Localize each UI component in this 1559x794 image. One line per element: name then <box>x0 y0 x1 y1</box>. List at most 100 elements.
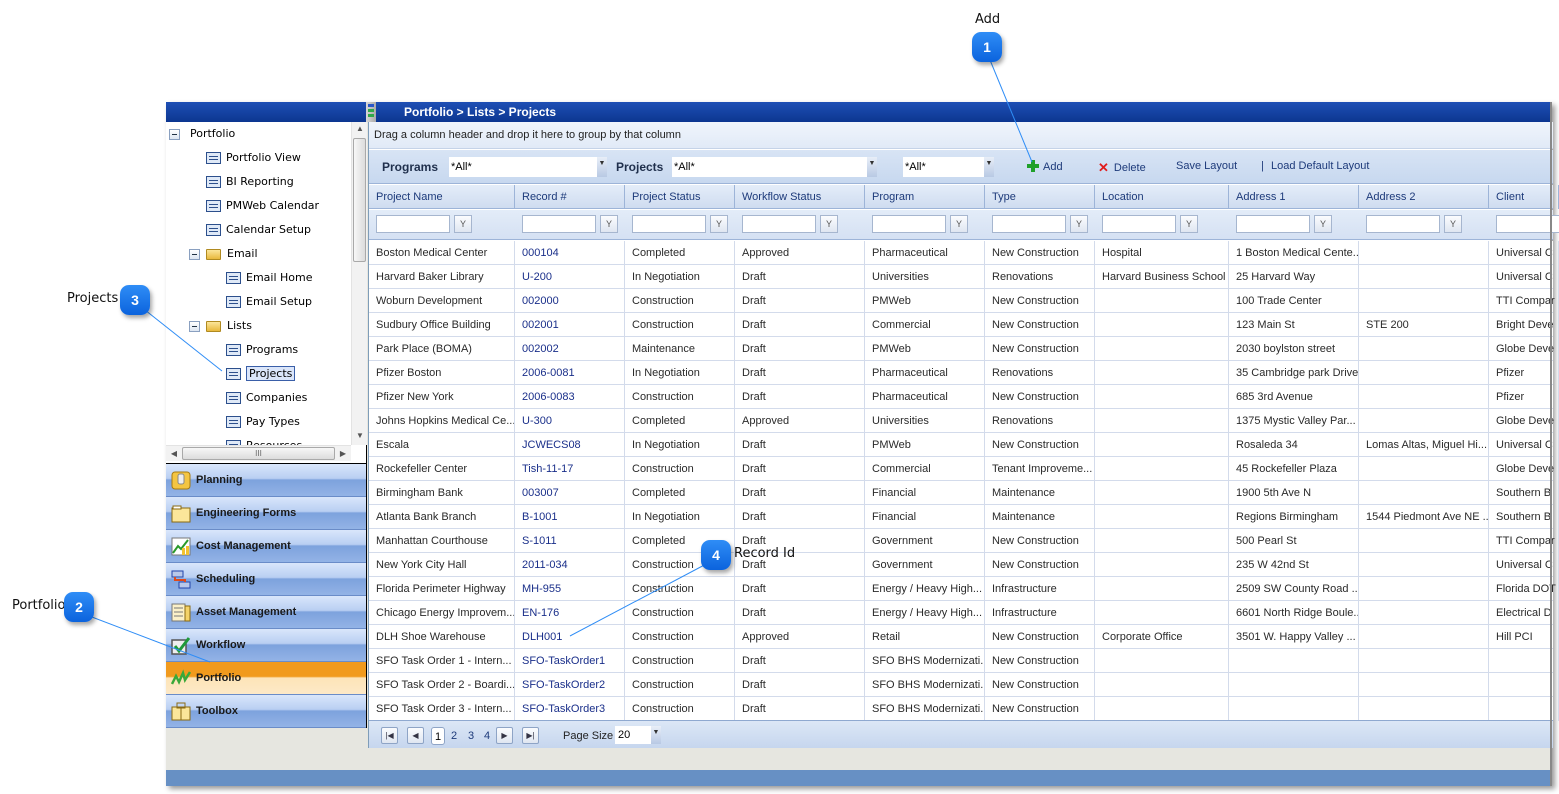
tree-item-portfolio[interactable]: Portfolio <box>169 124 235 144</box>
page-4-button[interactable]: 4 <box>480 727 494 745</box>
record-id-link[interactable]: B-1001 <box>515 505 625 529</box>
splitter-handle[interactable] <box>366 102 376 122</box>
record-id-link[interactable]: EN-176 <box>515 601 625 625</box>
record-id-link[interactable]: JCWECS08 <box>515 433 625 457</box>
tree-item-resources[interactable]: Resources <box>226 436 302 445</box>
chevron-down-icon[interactable]: ▼ <box>597 157 607 177</box>
collapse-icon[interactable] <box>169 128 180 140</box>
column-filter-input[interactable] <box>1102 215 1176 233</box>
tree-item-email-home[interactable]: Email Home <box>226 268 313 288</box>
column-header[interactable]: Address 2 <box>1359 185 1489 209</box>
table-row[interactable]: Birmingham Bank 003007 Completed Draft Finan… <box>369 481 1559 505</box>
record-id-link[interactable]: Tish-11-17 <box>515 457 625 481</box>
next-page-icon[interactable]: ▶ <box>496 727 513 744</box>
record-id-link[interactable]: 003007 <box>515 481 625 505</box>
column-filter-input[interactable] <box>522 215 596 233</box>
module-engineering-forms[interactable]: Engineering Forms <box>166 497 366 530</box>
programs-select[interactable]: *All* <box>449 157 597 177</box>
scrollbar-thumb[interactable] <box>353 138 366 262</box>
column-filter-input[interactable] <box>992 215 1066 233</box>
column-header[interactable]: Project Name <box>369 185 515 209</box>
page-1-button[interactable]: 1 <box>431 727 445 745</box>
table-row[interactable]: SFO Task Order 1 - Intern... SFO-TaskOrde… <box>369 649 1559 673</box>
table-row[interactable]: Pfizer New York 2006-0083 Construction Draf… <box>369 385 1559 409</box>
column-filter-input[interactable] <box>1366 215 1440 233</box>
table-row[interactable]: Sudbury Office Building 002001 Constructio… <box>369 313 1559 337</box>
add-button[interactable]: Add <box>1027 160 1063 173</box>
previous-page-icon[interactable]: ◀ <box>407 727 424 744</box>
filter-funnel-icon[interactable]: Y <box>600 215 618 233</box>
first-page-icon[interactable]: |◀ <box>381 727 398 744</box>
last-page-icon[interactable]: ▶| <box>522 727 539 744</box>
scroll-left-icon[interactable]: ◀ <box>166 449 182 458</box>
record-id-link[interactable]: 002002 <box>515 337 625 361</box>
column-filter-input[interactable] <box>872 215 946 233</box>
table-row[interactable]: Johns Hopkins Medical Ce... U-300 Complete… <box>369 409 1559 433</box>
table-row[interactable]: New York City Hall 2011-034 Construction Dr… <box>369 553 1559 577</box>
table-row[interactable]: Chicago Energy Improvem... EN-176 Construc… <box>369 601 1559 625</box>
collapse-icon[interactable] <box>189 248 200 260</box>
filter-funnel-icon[interactable]: Y <box>1180 215 1198 233</box>
record-id-link[interactable]: U-300 <box>515 409 625 433</box>
column-header[interactable]: Location <box>1095 185 1229 209</box>
table-row[interactable]: Atlanta Bank Branch B-1001 In Negotiation D… <box>369 505 1559 529</box>
module-toolbox[interactable]: Toolbox <box>166 695 366 728</box>
table-row[interactable]: SFO Task Order 2 - Boardi... SFO-TaskOrde… <box>369 673 1559 697</box>
record-id-link[interactable]: S-1011 <box>515 529 625 553</box>
scroll-right-icon[interactable]: ▶ <box>335 449 351 458</box>
tree-item-bi-reporting[interactable]: BI Reporting <box>206 172 294 192</box>
module-workflow[interactable]: Workflow <box>166 629 366 662</box>
record-id-link[interactable]: U-200 <box>515 265 625 289</box>
record-id-link[interactable]: DLH001 <box>515 625 625 649</box>
table-row[interactable]: Escala JCWECS08 In Negotiation Draft PMWeb Ne… <box>369 433 1559 457</box>
scrollbar-thumb[interactable]: III <box>182 447 335 460</box>
column-filter-input[interactable] <box>742 215 816 233</box>
tree-item-email-setup[interactable]: Email Setup <box>226 292 312 312</box>
collapse-icon[interactable] <box>189 320 200 332</box>
column-header[interactable]: Program <box>865 185 985 209</box>
filter-funnel-icon[interactable]: Y <box>1070 215 1088 233</box>
table-row[interactable]: Florida Perimeter Highway MH-955 Construct… <box>369 577 1559 601</box>
column-filter-input[interactable] <box>1236 215 1310 233</box>
column-header[interactable]: Project Status <box>625 185 735 209</box>
chevron-down-icon[interactable]: ▼ <box>867 157 877 177</box>
page-3-button[interactable]: 3 <box>464 727 478 745</box>
table-row[interactable]: Manhattan Courthouse S-1011 Completed Draft… <box>369 529 1559 553</box>
module-planning[interactable]: Planning <box>166 464 366 497</box>
module-cost-management[interactable]: Cost Management <box>166 530 366 563</box>
column-header[interactable]: Record # <box>515 185 625 209</box>
table-row[interactable]: Park Place (BOMA) 002002 Maintenance Draft P… <box>369 337 1559 361</box>
chevron-down-icon[interactable]: ▼ <box>651 726 661 744</box>
tree-item-calendar-setup[interactable]: Calendar Setup <box>206 220 311 240</box>
column-header[interactable]: Type <box>985 185 1095 209</box>
record-id-link[interactable]: 002001 <box>515 313 625 337</box>
tree-item-programs[interactable]: Programs <box>226 340 298 360</box>
record-id-link[interactable]: 2006-0083 <box>515 385 625 409</box>
table-row[interactable]: Boston Medical Center 000104 Completed Appr… <box>369 241 1559 265</box>
table-row[interactable]: Rockefeller Center Tish-11-17 Construction… <box>369 457 1559 481</box>
tree-item-companies[interactable]: Companies <box>226 388 307 408</box>
tree-vertical-scrollbar[interactable]: ▲ ▼ <box>351 122 367 445</box>
tree-item-pay-types[interactable]: Pay Types <box>226 412 300 432</box>
record-id-link[interactable]: 000104 <box>515 241 625 265</box>
module-asset-management[interactable]: Asset Management <box>166 596 366 629</box>
filter-funnel-icon[interactable]: Y <box>710 215 728 233</box>
record-id-link[interactable]: MH-955 <box>515 577 625 601</box>
column-header[interactable]: Address 1 <box>1229 185 1359 209</box>
save-layout-button[interactable]: Save Layout <box>1176 160 1237 172</box>
filter-funnel-icon[interactable]: Y <box>950 215 968 233</box>
chevron-down-icon[interactable]: ▼ <box>984 157 994 177</box>
column-filter-input[interactable] <box>376 215 450 233</box>
module-scheduling[interactable]: Scheduling <box>166 563 366 596</box>
record-id-link[interactable]: 002000 <box>515 289 625 313</box>
scroll-down-icon[interactable]: ▼ <box>352 431 368 440</box>
tree-item-portfolio-view[interactable]: Portfolio View <box>206 148 301 168</box>
column-filter-input[interactable] <box>632 215 706 233</box>
table-row[interactable]: Harvard Baker Library U-200 In Negotiation… <box>369 265 1559 289</box>
filter-funnel-icon[interactable]: Y <box>1314 215 1332 233</box>
table-row[interactable]: SFO Task Order 3 - Intern... SFO-TaskOrde… <box>369 697 1559 721</box>
load-default-layout-button[interactable]: Load Default Layout <box>1271 160 1369 172</box>
record-id-link[interactable]: SFO-TaskOrder2 <box>515 673 625 697</box>
group-by-drop-area[interactable]: Drag a column header and drop it here to… <box>369 122 1553 149</box>
table-row[interactable]: DLH Shoe Warehouse DLH001 Construction Appr… <box>369 625 1559 649</box>
